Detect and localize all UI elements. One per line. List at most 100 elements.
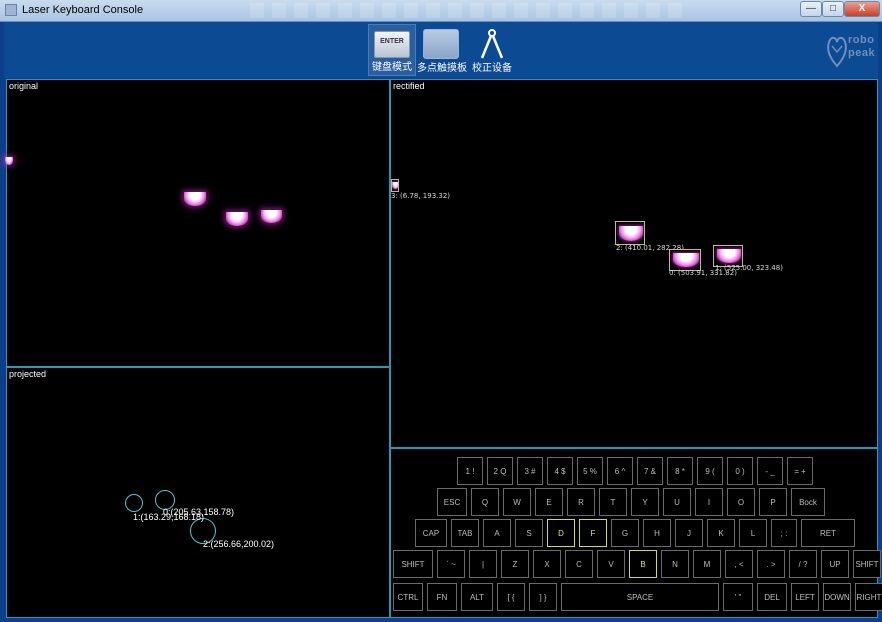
key-6[interactable]: 6 ^	[607, 457, 633, 485]
key-[interactable]: . >	[757, 550, 785, 578]
key-[interactable]: [ {	[497, 583, 525, 611]
rectified-spot-box	[615, 221, 645, 245]
key-e[interactable]: E	[535, 488, 563, 516]
touch-point-label: 2:(256.66,200.02)	[203, 539, 275, 549]
key-s[interactable]: S	[515, 519, 543, 547]
close-button[interactable]: X	[844, 1, 880, 17]
key-[interactable]: - _	[757, 457, 783, 485]
key-ret[interactable]: RET	[801, 519, 855, 547]
key-[interactable]: = +	[787, 457, 813, 485]
robopeak-logo: robo peak	[826, 28, 878, 72]
key-a[interactable]: A	[483, 519, 511, 547]
key-d[interactable]: D	[547, 519, 575, 547]
key-u[interactable]: U	[663, 488, 691, 516]
key-up[interactable]: UP	[821, 550, 849, 578]
calibrate-device-label: 校正设备	[472, 63, 512, 74]
key-[interactable]: ` ~	[437, 550, 465, 578]
key-[interactable]: |	[469, 550, 497, 578]
key-ctrl[interactable]: CTRL	[393, 583, 423, 611]
key-n[interactable]: N	[661, 550, 689, 578]
key-[interactable]: , <	[725, 550, 753, 578]
key-y[interactable]: Y	[631, 488, 659, 516]
key-b[interactable]: B	[629, 550, 657, 578]
key-esc[interactable]: ESC	[437, 488, 467, 516]
virtual-keyboard: 1 ! 2 Q3 #4 $5 % 6 ^ 7 & 8 * 9 (0 ) - _ = + ESC Q…	[390, 448, 882, 618]
logo-text: robo peak	[848, 34, 875, 60]
toolbar: ENTER 键盘模式 多点触摸板 校正设备 robo peak	[4, 22, 878, 78]
minimize-button[interactable]: —	[800, 1, 822, 17]
laser-spot	[184, 192, 206, 206]
key-m[interactable]: M	[693, 550, 721, 578]
key-h[interactable]: H	[643, 519, 671, 547]
maximize-button[interactable]: □	[822, 1, 844, 17]
key-g[interactable]: G	[611, 519, 639, 547]
key-down[interactable]: DOWN	[823, 583, 851, 611]
key-shift[interactable]: SHIFT	[853, 550, 881, 578]
key-space[interactable]: SPACE	[561, 583, 719, 611]
enter-key-icon: ENTER	[374, 31, 410, 58]
logo-text-line-1: robo	[848, 34, 875, 46]
rectified-spot-box	[391, 179, 399, 192]
keyboard-mode-button[interactable]: ENTER 键盘模式	[368, 24, 416, 76]
key-[interactable]: ] }	[529, 583, 557, 611]
key-bock[interactable]: Bock	[791, 488, 825, 516]
projected-view-label: projected	[9, 369, 47, 379]
touch-point-ring	[125, 494, 143, 512]
key-i[interactable]: I	[695, 488, 723, 516]
rectified-view: rectified 3: (6.78, 193.32) 2: (410.01, …	[390, 79, 878, 448]
robopeak-heart-icon	[827, 36, 847, 68]
key-tab[interactable]: TAB	[451, 519, 479, 547]
touch-point-label: 0:(205.63,158.78)	[163, 507, 235, 517]
key-o[interactable]: O	[727, 488, 755, 516]
titlebar-background-ghost	[250, 3, 690, 18]
laser-spot	[392, 182, 398, 189]
laser-spot	[673, 253, 699, 267]
key-del[interactable]: DEL	[757, 583, 787, 611]
key-right[interactable]: RIGHT	[855, 583, 882, 611]
key-r[interactable]: R	[567, 488, 595, 516]
projected-view: projected 1:(163.29,168.18) 0:(205.63,15…	[6, 367, 390, 618]
rectified-point-label: 3: (6.78, 193.32)	[391, 192, 451, 200]
rectified-point-label: 1: (525.00, 323.48)	[715, 264, 783, 272]
key-alt[interactable]: ALT	[461, 583, 493, 611]
title-bar: Laser Keyboard Console — □ X	[0, 0, 882, 22]
key-c[interactable]: C	[565, 550, 593, 578]
multitouch-pad-button[interactable]: 多点触摸板	[417, 24, 467, 76]
key-[interactable]: / ?	[789, 550, 817, 578]
app-icon	[5, 4, 17, 16]
key-q[interactable]: Q	[471, 488, 499, 516]
key-x[interactable]: X	[533, 550, 561, 578]
key-z[interactable]: Z	[501, 550, 529, 578]
key-w[interactable]: W	[503, 488, 531, 516]
key-[interactable]: ; :	[771, 519, 797, 547]
key-v[interactable]: V	[597, 550, 625, 578]
key-cap[interactable]: CAP	[415, 519, 447, 547]
key-1[interactable]: 1 !	[457, 457, 483, 485]
key-2-q[interactable]: 2 Q	[487, 457, 513, 485]
key-7[interactable]: 7 &	[637, 457, 663, 485]
key-9[interactable]: 9 (	[697, 457, 723, 485]
logo-text-line-2: peak	[848, 47, 876, 59]
laser-spot	[717, 249, 741, 263]
key-left[interactable]: LEFT	[791, 583, 819, 611]
laser-spot	[261, 210, 282, 223]
key-p[interactable]: P	[759, 488, 787, 516]
key-l[interactable]: L	[739, 519, 767, 547]
key-4[interactable]: 4 $	[547, 457, 573, 485]
key-8[interactable]: 8 *	[667, 457, 693, 485]
compass-icon	[480, 29, 504, 59]
calibrate-device-button[interactable]: 校正设备	[468, 24, 516, 76]
key-j[interactable]: J	[675, 519, 703, 547]
key-0[interactable]: 0 )	[727, 457, 753, 485]
rectified-view-label: rectified	[393, 81, 425, 91]
key-f[interactable]: F	[579, 519, 607, 547]
key-5[interactable]: 5 %	[577, 457, 603, 485]
touchpad-icon	[423, 29, 459, 59]
laser-spot	[226, 212, 248, 226]
key-t[interactable]: T	[599, 488, 627, 516]
key-fn[interactable]: FN	[427, 583, 457, 611]
key-[interactable]: ' "	[723, 583, 753, 611]
key-shift[interactable]: SHIFT	[393, 550, 433, 578]
key-3[interactable]: 3 #	[517, 457, 543, 485]
key-k[interactable]: K	[707, 519, 735, 547]
